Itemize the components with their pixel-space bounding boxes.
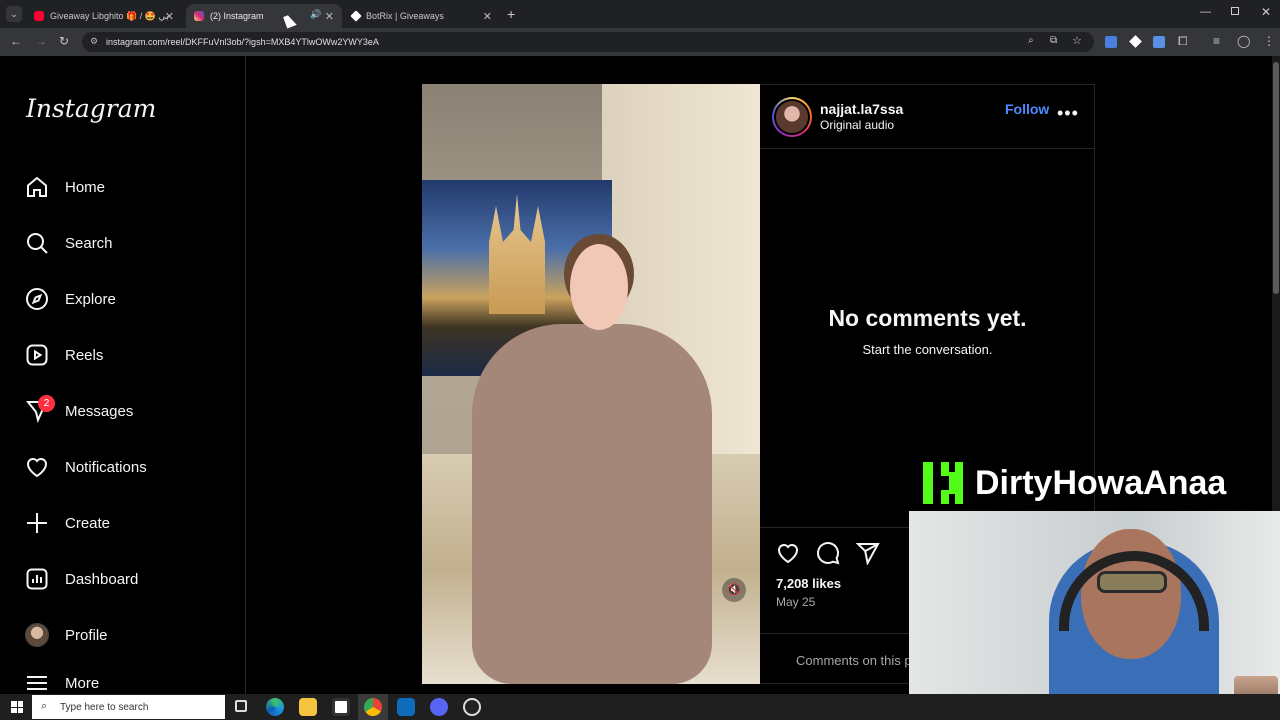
sidebar: Instagram Home Search Explore Reels Mess… (0, 56, 246, 694)
sidebar-item-more[interactable]: More (25, 671, 99, 694)
post-date: May 25 (776, 595, 816, 609)
file-explorer-icon[interactable] (299, 698, 317, 716)
more-options-icon[interactable]: ••• (1057, 103, 1079, 124)
avatar (25, 623, 49, 647)
no-comments-subtitle: Start the conversation. (862, 342, 993, 357)
sidebar-item-label: Dashboard (65, 570, 139, 588)
mute-icon[interactable]: 🔇 (722, 578, 746, 602)
obs-icon[interactable] (463, 698, 481, 716)
author-username[interactable]: najjat.la7ssa (820, 101, 903, 117)
compass-icon (25, 287, 49, 311)
sidebar-item-label: Explore (65, 290, 116, 308)
streamer-name: DirtyHowaAnaa (975, 463, 1227, 502)
close-icon[interactable]: ✕ (483, 10, 492, 23)
install-icon[interactable]: ⧉ (1050, 35, 1057, 46)
menu-icon (25, 671, 49, 694)
heart-icon (25, 455, 49, 479)
tab-title: BotRix | Giveaways (366, 11, 444, 21)
new-tab-button[interactable]: + (507, 6, 515, 22)
reels-icon (25, 343, 49, 367)
tab-title: Giveaway Libghito 🎁 / 🤩 البي (50, 10, 168, 21)
tab-instagram[interactable]: (2) Instagram 🔊 ✕ (186, 4, 342, 28)
sidebar-item-notifications[interactable]: Notifications (25, 447, 147, 487)
address-bar[interactable]: ⚙ instagram.com/reel/DKFFuVnl3ob/?igsh=M… (82, 32, 1094, 52)
profile-icon[interactable]: ◯ (1237, 34, 1250, 48)
windows-start-icon[interactable] (11, 701, 23, 713)
likes-count[interactable]: 7,208 likes (776, 576, 841, 591)
youtube-icon (34, 11, 44, 21)
like-icon[interactable] (776, 541, 800, 565)
comment-icon[interactable] (816, 541, 840, 565)
sidebar-item-label: Profile (65, 626, 108, 644)
webcam-feed (909, 511, 1280, 720)
sidebar-item-reels[interactable]: Reels (25, 335, 103, 375)
sidebar-item-search[interactable]: Search (25, 223, 113, 263)
reload-icon[interactable]: ↻ (59, 34, 69, 48)
sidebar-item-label: Search (65, 234, 113, 252)
close-icon[interactable]: ✕ (325, 10, 334, 23)
menu-dots-icon[interactable]: ⋮ (1263, 34, 1275, 48)
zoom-icon[interactable]: ⌕ (1028, 35, 1034, 46)
outlook-icon[interactable] (397, 698, 415, 716)
kick-logo-icon (923, 462, 963, 504)
sidebar-item-label: Reels (65, 346, 104, 364)
speaker-icon[interactable]: 🔊 (310, 9, 321, 20)
minimize-button[interactable]: — (1200, 6, 1211, 18)
sidebar-item-label: Create (65, 514, 111, 532)
task-view-icon[interactable] (235, 700, 247, 712)
close-icon[interactable]: ✕ (165, 10, 174, 23)
tab-giveaway[interactable]: Giveaway Libghito 🎁 / 🤩 البي ✕ (26, 4, 182, 28)
audio-label[interactable]: Original audio (820, 118, 894, 132)
discord-icon[interactable] (430, 698, 448, 716)
extensions-icon[interactable]: ⧠ (1178, 34, 1188, 49)
restore-button[interactable] (1231, 7, 1239, 15)
search-icon: ⌕ (41, 700, 48, 712)
tab-search-button[interactable]: ⌄ (6, 6, 22, 22)
dashboard-icon (25, 567, 49, 591)
sidebar-item-label: Notifications (65, 458, 147, 476)
reel-video[interactable]: 🔇 (422, 84, 760, 684)
store-icon[interactable] (332, 698, 350, 716)
messages-badge: 2 (38, 395, 55, 412)
no-comments-title: No comments yet. (828, 305, 1027, 331)
sidebar-item-create[interactable]: Create (25, 503, 110, 543)
back-icon[interactable]: ← (10, 34, 22, 48)
sidebar-item-label: Messages (65, 402, 134, 420)
home-icon (25, 175, 49, 199)
instagram-icon (194, 11, 204, 21)
tab-title: (2) Instagram (210, 11, 264, 21)
streamer-overlay: DirtyHowaAnaa (923, 460, 1226, 506)
scrollbar-thumb[interactable] (1273, 62, 1279, 294)
plus-icon (25, 511, 49, 535)
taskbar-search-placeholder: Type here to search (60, 701, 149, 713)
taskbar-search-box[interactable]: ⌕ Type here to search (32, 695, 225, 719)
person-face (570, 244, 628, 330)
webcam-glasses (1097, 571, 1167, 593)
edge-icon[interactable] (266, 698, 284, 716)
share-icon[interactable] (855, 541, 880, 566)
sidebar-item-explore[interactable]: Explore (25, 279, 116, 319)
image-extension-icon[interactable] (1153, 36, 1165, 48)
instagram-logo[interactable]: Instagram (26, 94, 156, 123)
close-window-button[interactable]: ✕ (1261, 5, 1271, 19)
bookmark-star-icon[interactable]: ☆ (1072, 34, 1082, 47)
forward-icon[interactable]: → (35, 34, 47, 48)
botrix-icon (350, 10, 362, 22)
author-avatar[interactable] (772, 97, 812, 137)
sidebar-item-label: Home (65, 178, 106, 196)
sidebar-item-dashboard[interactable]: Dashboard (25, 559, 138, 599)
tab-botrix[interactable]: BotRix | Giveaways ✕ (344, 4, 500, 28)
follow-button[interactable]: Follow (1005, 101, 1049, 117)
search-icon (25, 231, 49, 255)
url-text: instagram.com/reel/DKFFuVnl3ob/?igsh=MXB… (106, 37, 379, 47)
translate-extension-icon[interactable] (1105, 36, 1117, 48)
sidebar-item-profile[interactable]: Profile (25, 615, 108, 655)
site-info-icon[interactable]: ⚙ (90, 36, 98, 47)
reading-list-icon[interactable]: ≡ (1213, 34, 1220, 48)
chrome-icon[interactable] (364, 698, 382, 716)
sidebar-item-home[interactable]: Home (25, 167, 105, 207)
person-body (472, 324, 712, 684)
sidebar-item-label: More (65, 675, 100, 692)
